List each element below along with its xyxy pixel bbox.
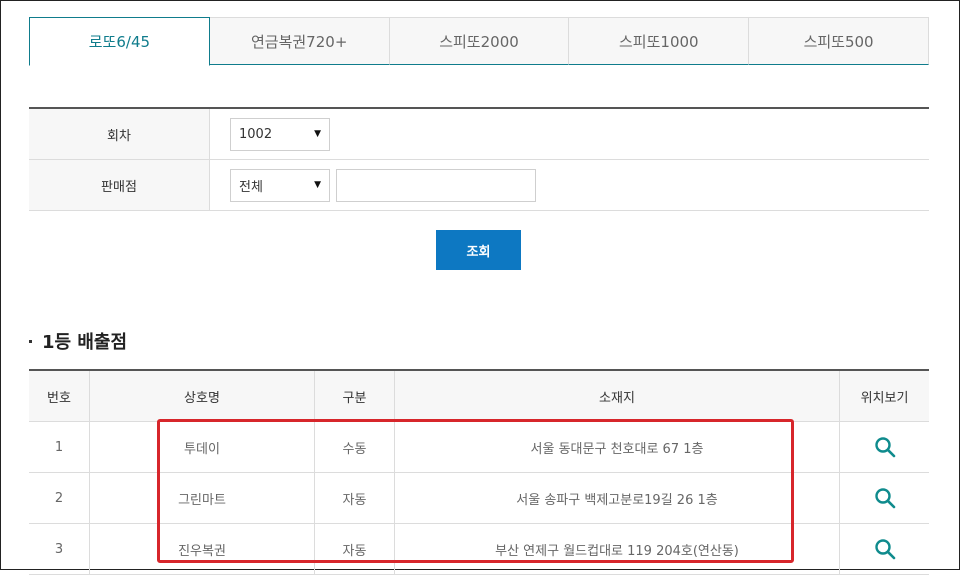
row-map-cell <box>840 422 929 472</box>
header-no: 번호 <box>29 371 90 421</box>
table-row: 3 진우복권 자동 부산 연제구 월드컵대로 119 204호(연산동) <box>29 524 929 575</box>
row-no: 3 <box>29 524 90 574</box>
winning-stores-table: 번호 상호명 구분 소재지 위치보기 1 투데이 수동 서울 동대문구 천호대로… <box>29 369 929 575</box>
round-select-value: 1002 <box>239 126 273 142</box>
round-row: 회차 1002 ▼ <box>29 109 929 160</box>
caret-down-icon: ▼ <box>314 129 321 139</box>
row-map-cell <box>840 524 929 574</box>
header-name: 상호명 <box>90 371 315 421</box>
store-filter-value: 전체 <box>239 179 263 195</box>
tab-speetto1000[interactable]: 스피또1000 <box>569 17 750 65</box>
search-icon[interactable] <box>874 487 896 509</box>
game-tabs: 로또6/45 연금복권720+ 스피또2000 스피또1000 스피또500 <box>29 17 929 66</box>
row-type: 수동 <box>315 422 395 472</box>
search-form: 회차 1002 ▼ 판매점 전체 ▼ <box>29 107 929 211</box>
store-filter-select[interactable]: 전체 ▼ <box>230 168 330 202</box>
row-type: 자동 <box>315 473 395 523</box>
header-address: 소재지 <box>395 371 840 421</box>
tab-lotto645[interactable]: 로또6/45 <box>29 17 210 66</box>
round-select[interactable]: 1002 ▼ <box>230 117 330 151</box>
table-header: 번호 상호명 구분 소재지 위치보기 <box>29 371 929 422</box>
store-row: 판매점 전체 ▼ <box>29 160 929 211</box>
store-label: 판매점 <box>29 160 210 210</box>
row-store-name: 그린마트 <box>90 473 315 523</box>
store-name-input[interactable] <box>336 168 536 202</box>
row-address: 서울 동대문구 천호대로 67 1층 <box>395 422 840 472</box>
bullet-icon <box>29 339 32 343</box>
row-address: 서울 송파구 백제고분로19길 26 1층 <box>395 473 840 523</box>
table-row: 2 그린마트 자동 서울 송파구 백제고분로19길 26 1층 <box>29 473 929 524</box>
search-icon[interactable] <box>874 436 896 458</box>
row-no: 2 <box>29 473 90 523</box>
header-type: 구분 <box>315 371 395 421</box>
section-title-text: 1등 배출점 <box>42 332 128 353</box>
tab-speetto2000[interactable]: 스피또2000 <box>389 17 570 65</box>
row-address: 부산 연제구 월드컵대로 119 204호(연산동) <box>395 524 840 574</box>
search-button[interactable]: 조회 <box>436 230 521 270</box>
tab-pension720[interactable]: 연금복권720+ <box>209 17 390 65</box>
row-no: 1 <box>29 422 90 472</box>
header-map: 위치보기 <box>860 390 909 406</box>
tab-speetto500[interactable]: 스피또500 <box>749 17 929 65</box>
caret-down-icon: ▼ <box>314 180 321 190</box>
row-store-name: 진우복권 <box>90 524 315 574</box>
row-store-name: 투데이 <box>90 422 315 472</box>
round-label: 회차 <box>29 109 210 159</box>
row-map-cell <box>840 473 929 523</box>
row-type: 자동 <box>315 524 395 574</box>
section-title: 1등 배출점 <box>29 328 127 354</box>
table-row: 1 투데이 수동 서울 동대문구 천호대로 67 1층 <box>29 422 929 473</box>
search-icon[interactable] <box>874 538 896 560</box>
